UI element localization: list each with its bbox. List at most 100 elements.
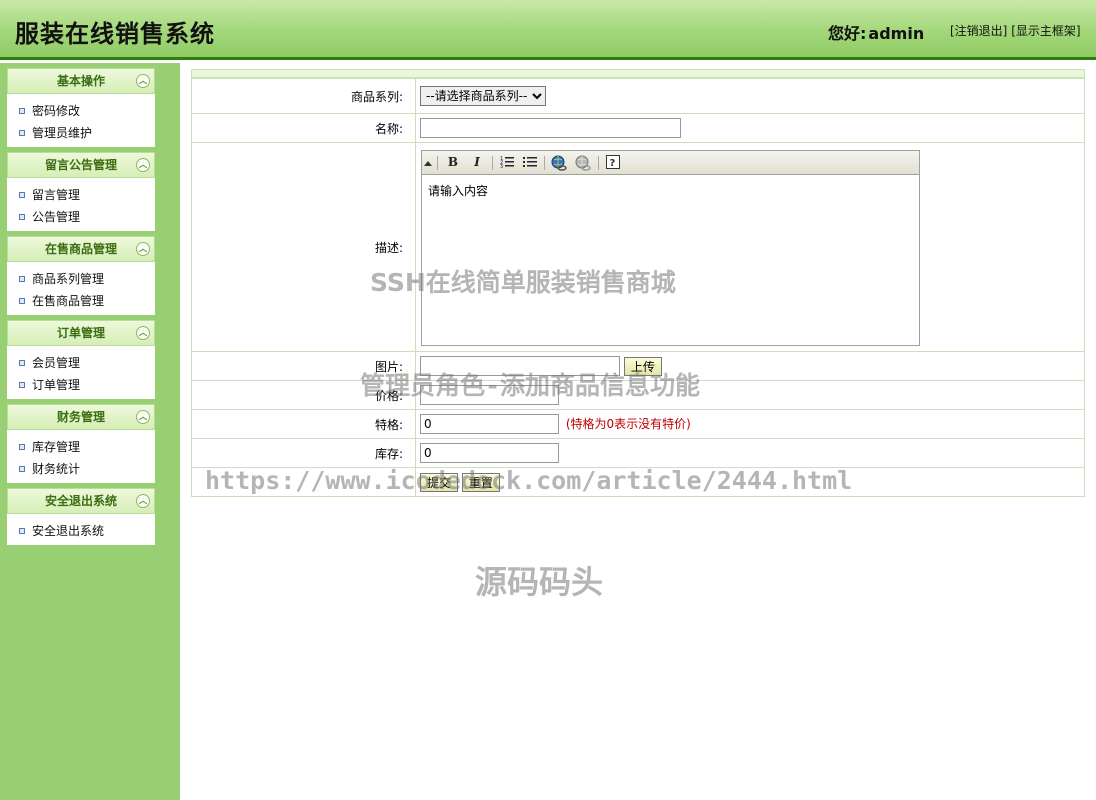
bullet-icon <box>19 466 25 472</box>
sidebar-item-label: 在售商品管理 <box>32 294 105 308</box>
bullet-icon <box>19 382 25 388</box>
form-row-description: 描述: B I 123 ? 请输入内容 <box>191 142 1085 352</box>
menu-group-header[interactable]: 留言公告管理 ︿ <box>7 152 155 178</box>
category-label: 商品系列: <box>191 78 416 114</box>
name-input[interactable] <box>420 118 681 138</box>
sidebar-item-label: 会员管理 <box>32 356 81 370</box>
sidebar-item-notices[interactable]: 公告管理 <box>7 206 155 228</box>
category-select[interactable]: --请选择商品系列-- <box>420 86 546 106</box>
form-row-special-price: 特格: (特格为0表示没有特价) <box>191 409 1085 439</box>
sidebar-item-label: 公告管理 <box>32 210 81 224</box>
header: 服装在线销售系统 您好: admin [注销退出] [显示主框架] <box>0 0 1096 60</box>
collapse-icon[interactable]: ︿ <box>136 158 150 172</box>
sidebar: 基本操作 ︿ 密码修改 管理员维护 留言公告管理 ︿ 留言管理 公告管理 在售商… <box>0 63 180 800</box>
collapse-icon[interactable]: ︿ <box>136 494 150 508</box>
sidebar-item-admins[interactable]: 管理员维护 <box>7 122 155 144</box>
menu-group-messages: 留言公告管理 ︿ 留言管理 公告管理 <box>7 152 155 231</box>
toolbar-separator <box>437 155 438 170</box>
sidebar-item-inventory[interactable]: 库存管理 <box>7 436 155 458</box>
unlink-icon[interactable] <box>574 154 592 171</box>
editor-content-area[interactable]: 请输入内容 <box>422 174 919 345</box>
sidebar-item-orders[interactable]: 订单管理 <box>7 374 155 396</box>
form-row-stock: 库存: <box>191 438 1085 468</box>
sidebar-item-label: 留言管理 <box>32 188 81 202</box>
menu-group-orders: 订单管理 ︿ 会员管理 订单管理 <box>7 320 155 399</box>
toolbar-separator <box>598 155 599 170</box>
price-input[interactable] <box>420 385 559 405</box>
sidebar-item-label: 商品系列管理 <box>32 272 105 286</box>
description-label: 描述: <box>191 142 416 352</box>
rich-text-editor: B I 123 ? 请输入内容 <box>421 149 920 346</box>
image-label: 图片: <box>191 351 416 381</box>
help-icon[interactable]: ? <box>604 154 622 171</box>
svg-text:3: 3 <box>500 164 503 169</box>
italic-icon[interactable]: I <box>468 154 486 171</box>
sidebar-item-label: 安全退出系统 <box>32 524 105 538</box>
special-price-input[interactable] <box>420 414 559 434</box>
form-row-category: 商品系列: --请选择商品系列-- <box>191 78 1085 114</box>
special-price-label: 特格: <box>191 409 416 439</box>
sidebar-item-password[interactable]: 密码修改 <box>7 100 155 122</box>
sidebar-item-label: 库存管理 <box>32 440 81 454</box>
bullet-icon <box>19 214 25 220</box>
menu-group-header[interactable]: 财务管理 ︿ <box>7 404 155 430</box>
price-label: 价格: <box>191 380 416 410</box>
greeting-label: 您好: <box>828 24 867 43</box>
sidebar-item-categories[interactable]: 商品系列管理 <box>7 268 155 290</box>
menu-group-title: 留言公告管理 <box>44 158 117 172</box>
sidebar-item-exit[interactable]: 安全退出系统 <box>7 520 155 542</box>
ordered-list-icon[interactable]: 123 <box>498 154 516 171</box>
bullet-icon <box>19 130 25 136</box>
menu-group-title: 在售商品管理 <box>44 242 117 256</box>
collapse-icon[interactable]: ︿ <box>136 326 150 340</box>
form-row-name: 名称: <box>191 113 1085 143</box>
sidebar-item-members[interactable]: 会员管理 <box>7 352 155 374</box>
menu-group-finance: 财务管理 ︿ 库存管理 财务统计 <box>7 404 155 483</box>
stock-input[interactable] <box>420 443 559 463</box>
sidebar-item-label: 管理员维护 <box>32 126 93 140</box>
toolbar-separator <box>492 155 493 170</box>
sidebar-item-label: 密码修改 <box>32 104 81 118</box>
name-label: 名称: <box>191 113 416 143</box>
menu-group-header[interactable]: 订单管理 ︿ <box>7 320 155 346</box>
svg-text:?: ? <box>610 158 616 169</box>
bold-icon[interactable]: B <box>444 154 462 171</box>
bullet-icon <box>19 528 25 534</box>
toolbar-separator <box>544 155 545 170</box>
menu-group-title: 财务管理 <box>56 410 105 424</box>
collapse-icon[interactable]: ︿ <box>136 410 150 424</box>
collapse-icon[interactable]: ︿ <box>136 242 150 256</box>
unordered-list-icon[interactable] <box>521 154 539 171</box>
menu-group-products: 在售商品管理 ︿ 商品系列管理 在售商品管理 <box>7 236 155 315</box>
editor-toolbar: B I 123 ? <box>422 150 919 175</box>
submit-button[interactable]: 提交 <box>420 472 459 492</box>
header-links: [注销退出] [显示主框架] <box>950 22 1081 39</box>
reset-button[interactable]: 重置 <box>461 472 500 492</box>
bullet-icon <box>19 276 25 282</box>
bullet-icon <box>19 192 25 198</box>
toolbar-collapse-icon[interactable] <box>424 160 432 166</box>
sidebar-item-messages[interactable]: 留言管理 <box>7 184 155 206</box>
menu-group-header[interactable]: 在售商品管理 ︿ <box>7 236 155 262</box>
menu-group-header[interactable]: 安全退出系统 ︿ <box>7 488 155 514</box>
menu-group-header[interactable]: 基本操作 ︿ <box>7 68 155 94</box>
menu-group-exit: 安全退出系统 ︿ 安全退出系统 <box>7 488 155 545</box>
sidebar-item-products[interactable]: 在售商品管理 <box>7 290 155 312</box>
sidebar-item-label: 财务统计 <box>32 462 81 476</box>
collapse-icon[interactable]: ︿ <box>136 74 150 88</box>
sidebar-item-finance-stats[interactable]: 财务统计 <box>7 458 155 480</box>
add-product-form: 商品系列: --请选择商品系列-- 名称: 描述: B I 123 ? 请输入内… <box>191 78 1085 497</box>
menu-group-title: 基本操作 <box>56 74 105 88</box>
bullet-icon <box>19 444 25 450</box>
menu-group-basic: 基本操作 ︿ 密码修改 管理员维护 <box>7 68 155 147</box>
username: admin <box>868 24 925 43</box>
show-main-frame-link[interactable]: [显示主框架] <box>1011 24 1080 38</box>
upload-button[interactable]: 上传 <box>623 357 662 376</box>
form-top-strip <box>191 69 1085 78</box>
image-path-input[interactable] <box>420 356 620 376</box>
actions-label-cell <box>191 467 416 497</box>
bullet-icon <box>19 298 25 304</box>
link-icon[interactable] <box>550 154 568 171</box>
logout-link[interactable]: [注销退出] <box>950 24 1007 38</box>
watermark-text: 源码码头 <box>475 563 604 601</box>
